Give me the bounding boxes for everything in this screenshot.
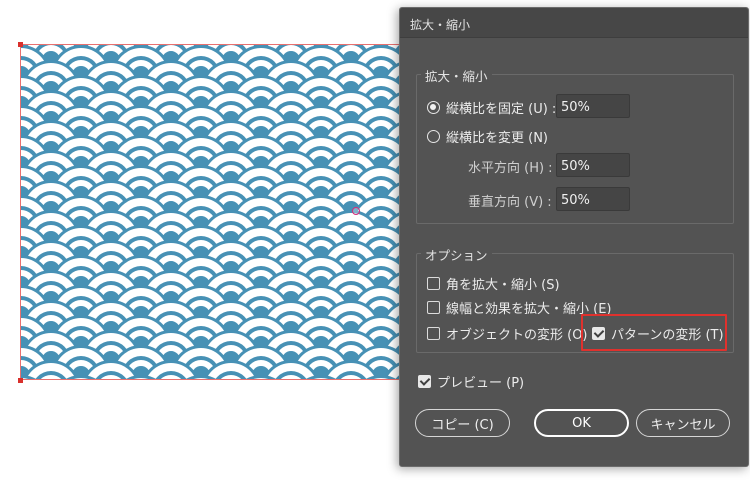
pattern-artboard[interactable] [20,44,440,380]
center-point-icon [352,207,360,215]
ok-button[interactable]: OK [534,409,629,437]
scale-corners-option[interactable]: 角を拡大・縮小 (S) [427,274,560,293]
horizontal-scale-input[interactable] [556,153,630,177]
uniform-radio[interactable] [427,101,440,114]
copy-button[interactable]: コピー (C) [415,409,510,437]
nonuniform-option[interactable]: 縦横比を変更 (N) [427,127,548,146]
options-group-legend: オプション [421,245,492,264]
selection-handle-top-left[interactable] [18,42,23,47]
uniform-option[interactable]: 縦横比を固定 (U) : [427,98,556,117]
horizontal-row: 水平方向 (H) : [468,157,553,176]
vertical-scale-input[interactable] [556,187,630,211]
vertical-label: 垂直方向 (V) : [468,195,552,210]
transform-patterns-checkbox[interactable] [592,327,605,340]
selection-handle-bottom-left[interactable] [18,378,23,383]
transform-patterns-label: パターンの変形 (T) [611,328,724,343]
scale-strokes-option[interactable]: 線幅と効果を拡大・縮小 (E) [427,298,612,317]
transform-patterns-option[interactable]: パターンの変形 (T) [592,324,724,343]
scale-group-legend: 拡大・縮小 [421,66,492,85]
scale-strokes-label: 線幅と効果を拡大・縮小 (E) [446,302,612,317]
scale-dialog: 拡大・縮小 拡大・縮小 縦横比を固定 (U) : 縦横比を変更 (N) 水平方向… [399,7,749,467]
vertical-row: 垂直方向 (V) : [468,191,552,210]
transform-objects-label: オブジェクトの変形 (O) [446,328,588,343]
dialog-title: 拡大・縮小 [410,18,471,32]
transform-objects-option[interactable]: オブジェクトの変形 (O) [427,324,588,343]
preview-option[interactable]: プレビュー (P) [418,372,524,391]
preview-checkbox[interactable] [418,375,431,388]
cancel-button-label: キャンセル [650,417,716,433]
dialog-titlebar[interactable]: 拡大・縮小 [400,8,748,38]
nonuniform-label: 縦横比を変更 (N) [446,131,549,146]
scale-strokes-checkbox[interactable] [427,301,440,314]
preview-label: プレビュー (P) [437,376,525,391]
scale-corners-label: 角を拡大・縮小 (S) [446,278,560,293]
horizontal-label: 水平方向 (H) : [468,161,553,176]
canvas-area: 拡大・縮小 拡大・縮小 縦横比を固定 (U) : 縦横比を変更 (N) 水平方向… [0,0,750,480]
transform-objects-checkbox[interactable] [427,327,440,340]
scale-corners-checkbox[interactable] [427,277,440,290]
uniform-scale-input[interactable] [556,94,630,118]
nonuniform-radio[interactable] [427,130,440,143]
seigaiha-pattern [21,45,439,379]
uniform-label: 縦横比を固定 (U) : [446,102,557,117]
ok-button-label: OK [572,415,591,431]
copy-button-label: コピー (C) [431,417,494,433]
cancel-button[interactable]: キャンセル [636,409,730,437]
